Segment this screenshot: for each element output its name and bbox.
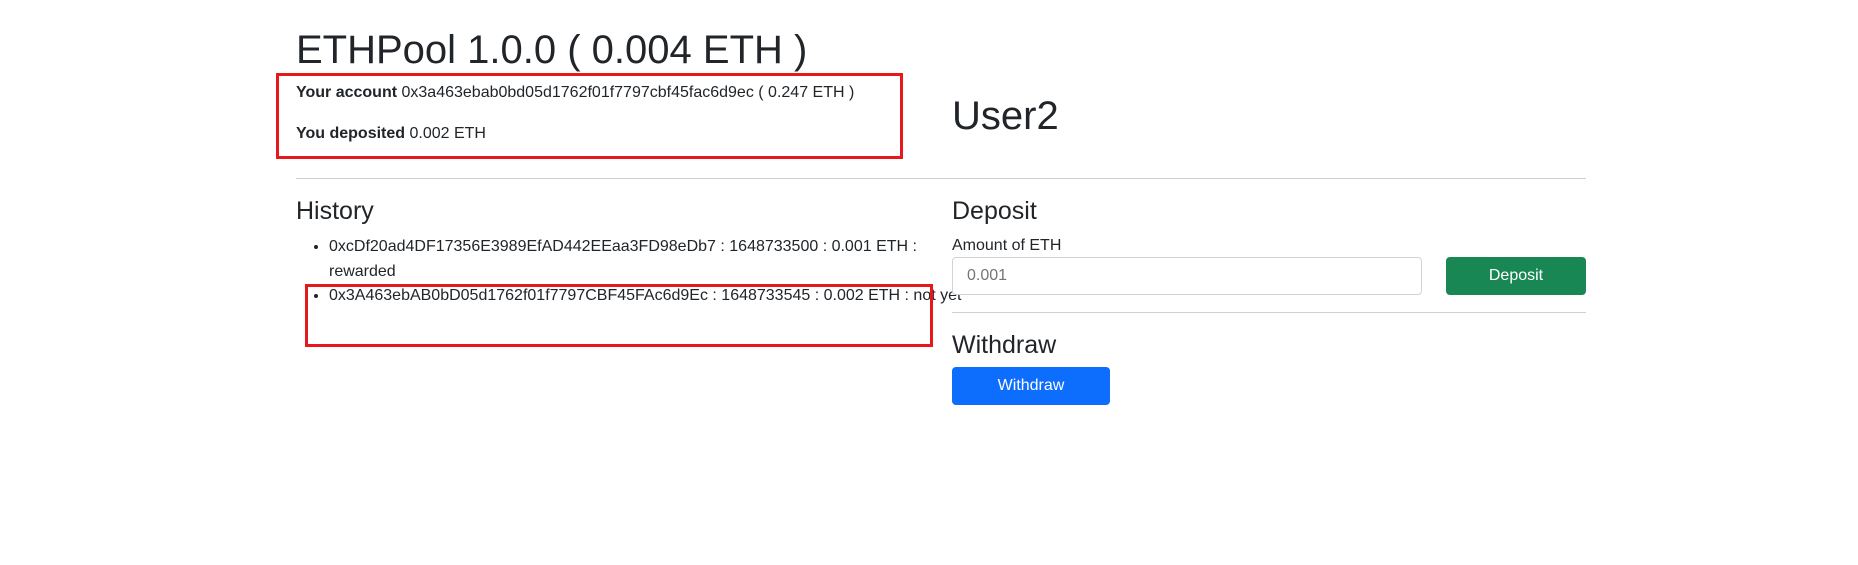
account-balance: ( 0.247 ETH ) bbox=[758, 84, 855, 101]
withdraw-button[interactable]: Withdraw bbox=[952, 367, 1110, 405]
page: ETHPool 1.0.0 ( 0.004 ETH ) Your account… bbox=[0, 0, 1858, 565]
account-label: Your account bbox=[296, 84, 398, 101]
account-address: 0x3a463ebab0bd05d1762f01f7797cbf45fac6d9… bbox=[401, 84, 754, 101]
deposit-title: Deposit bbox=[952, 197, 1037, 225]
deposit-divider bbox=[952, 312, 1586, 313]
deposited-info: You deposited 0.002 ETH bbox=[296, 124, 486, 144]
account-info: Your account 0x3a463ebab0bd05d1762f01f77… bbox=[296, 83, 854, 103]
deposited-label: You deposited bbox=[296, 125, 406, 142]
section-divider bbox=[296, 178, 1586, 179]
deposited-value: 0.002 ETH bbox=[409, 125, 486, 142]
history-title: History bbox=[296, 197, 374, 225]
page-title: ETHPool 1.0.0 ( 0.004 ETH ) bbox=[296, 28, 808, 72]
amount-label: Amount of ETH bbox=[952, 237, 1062, 254]
history-item: 0xcDf20ad4DF17356E3989EfAD442EEaa3FD98eD… bbox=[329, 234, 969, 284]
amount-input[interactable] bbox=[952, 257, 1422, 295]
withdraw-title: Withdraw bbox=[952, 331, 1057, 359]
deposit-button[interactable]: Deposit bbox=[1446, 257, 1586, 295]
history-list: 0xcDf20ad4DF17356E3989EfAD442EEaa3FD98eD… bbox=[296, 234, 969, 308]
user-name: User2 bbox=[952, 94, 1059, 138]
history-item: 0x3A463ebAB0bD05d1762f01f7797CBF45FAc6d9… bbox=[329, 283, 969, 308]
